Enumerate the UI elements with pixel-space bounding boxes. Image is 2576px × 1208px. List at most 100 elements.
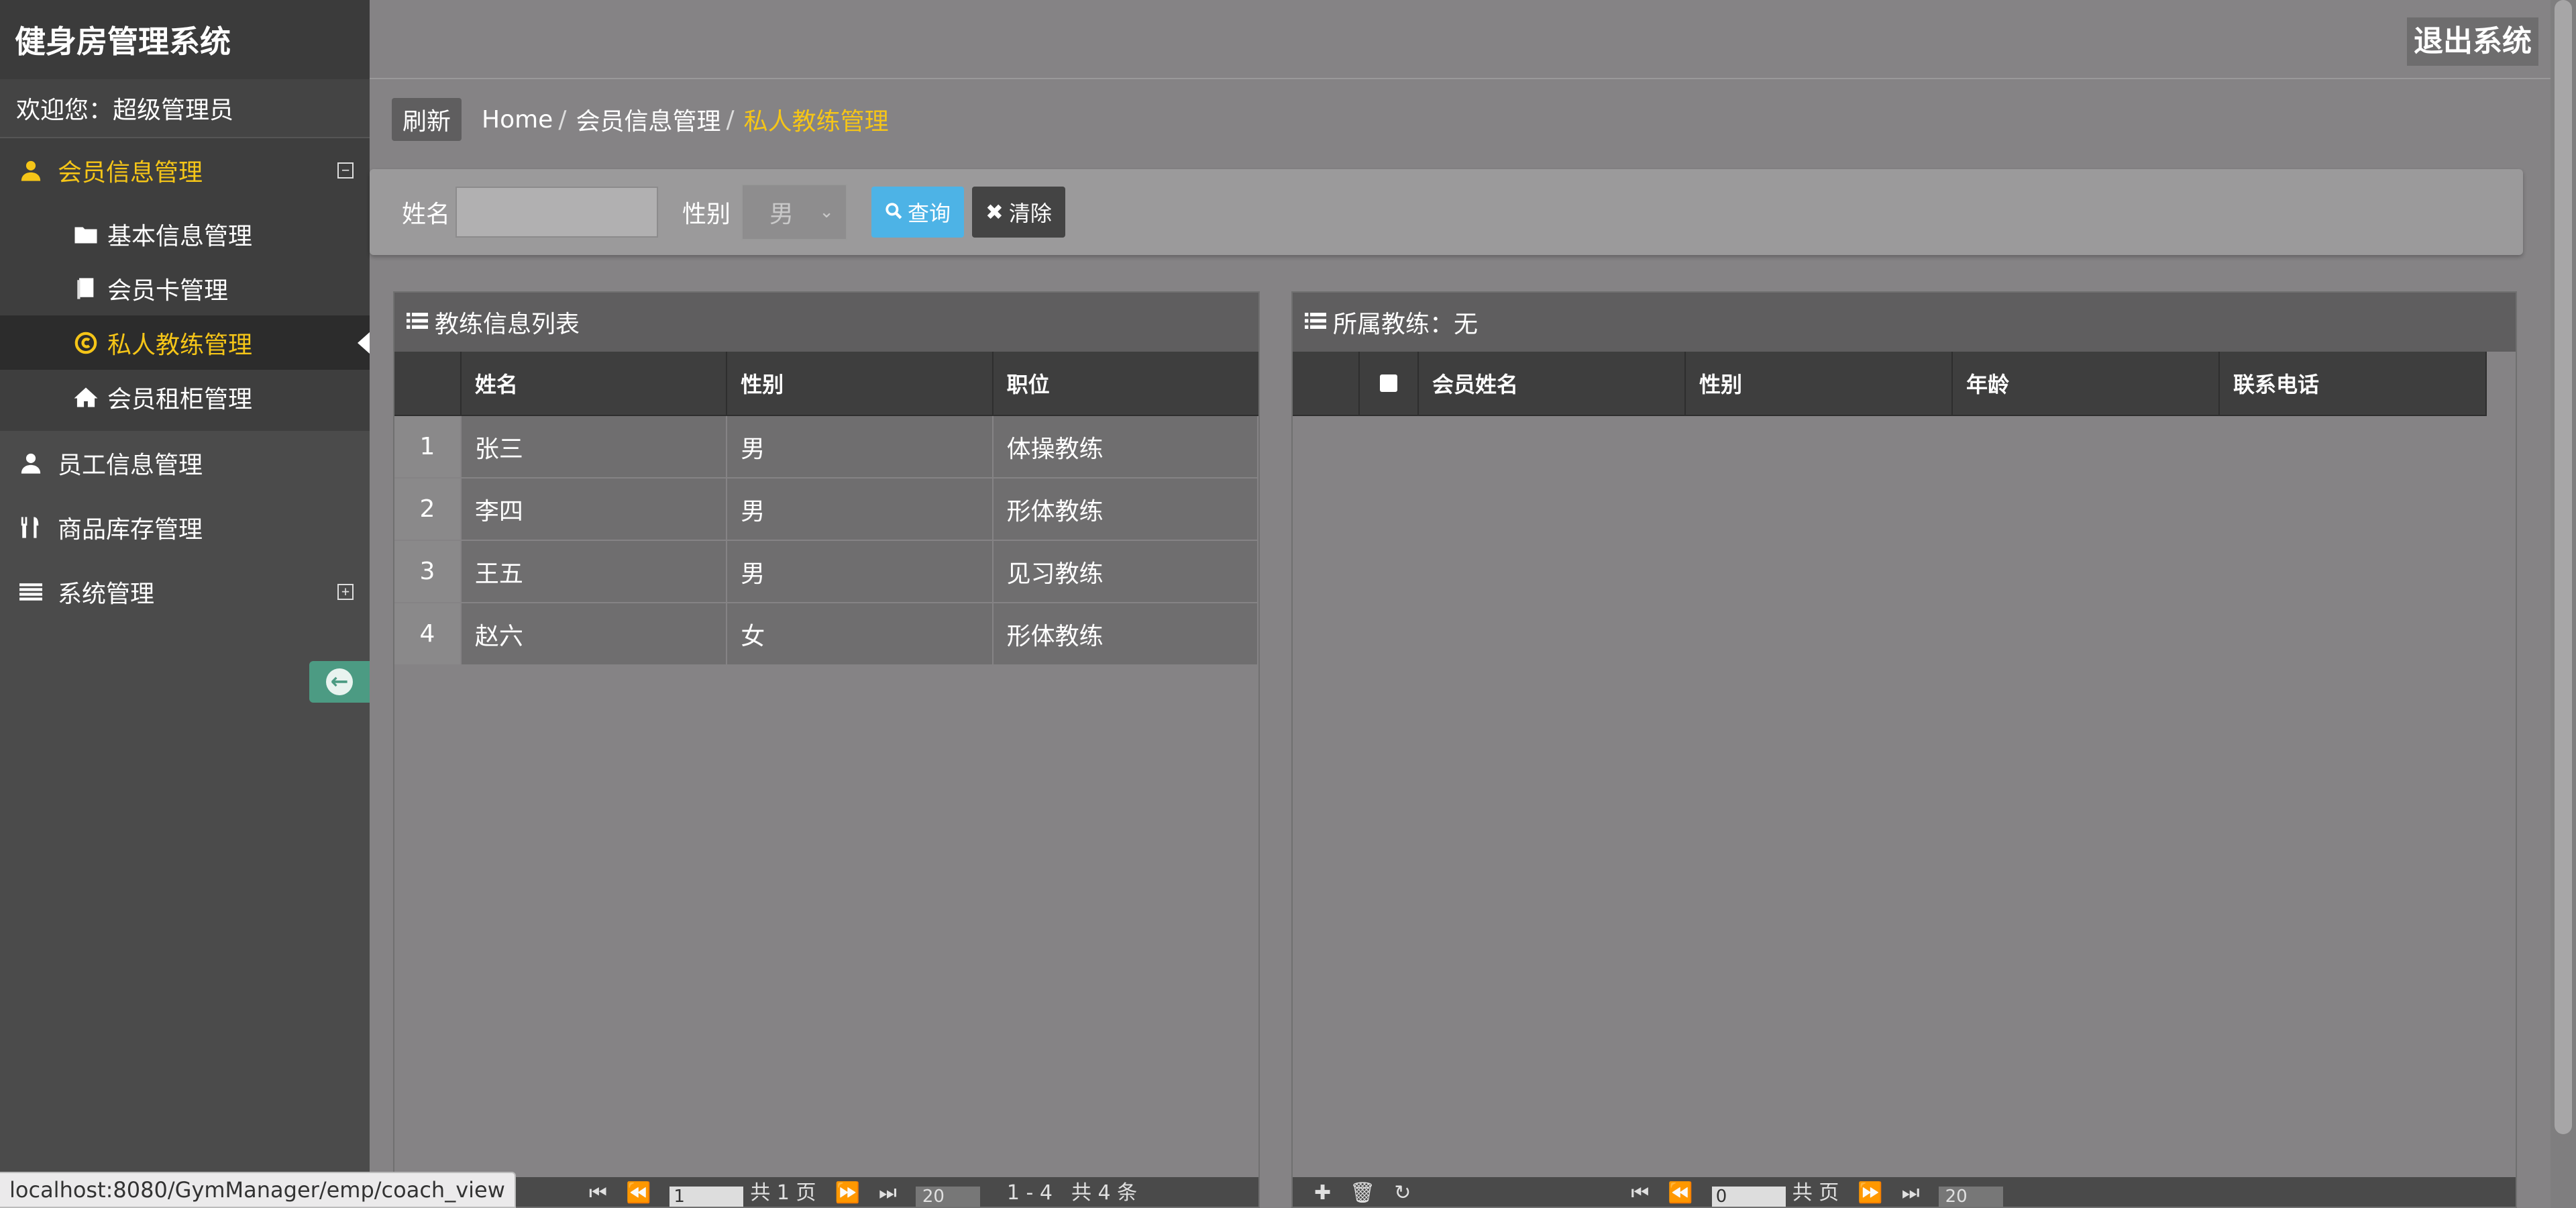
row-number-header	[394, 352, 462, 415]
member-panel-title: 所属教练：无	[1333, 311, 1479, 338]
total-pages-text: 共 1 页	[750, 1181, 816, 1205]
cell-gender: 男	[727, 479, 994, 540]
delete-icon[interactable]: 🗑	[1350, 1180, 1375, 1207]
sidebar-group-label: 员工信息管理	[58, 452, 203, 479]
query-button-label: 查询	[908, 201, 951, 226]
sidebar-group-inventory[interactable]: 商品库存管理	[0, 495, 370, 560]
coach-table-header: 姓名 性别 职位	[394, 352, 1258, 416]
list-icon	[407, 309, 428, 336]
checkbox-box[interactable]	[1380, 374, 1397, 392]
coach-panel-header: 教练信息列表	[394, 293, 1258, 352]
book-icon	[72, 277, 99, 300]
reload-icon[interactable]: ↻	[1394, 1180, 1411, 1207]
row-number: 2	[394, 479, 462, 540]
user-icon	[17, 452, 44, 474]
record-range-text: 1 - 4	[1006, 1181, 1053, 1205]
column-header-phone[interactable]: 联系电话	[2220, 352, 2487, 415]
clear-button[interactable]: ✖ 清除	[972, 187, 1065, 238]
copyright-icon	[72, 332, 99, 354]
gender-select-value: 男	[769, 201, 794, 228]
sidebar-item-basic-info[interactable]: 基本信息管理	[0, 207, 370, 261]
column-header-position[interactable]: 职位	[994, 352, 1258, 415]
name-input[interactable]	[455, 187, 659, 238]
row-number: 3	[394, 541, 462, 602]
gender-select[interactable]: 男 ⌄	[741, 184, 848, 240]
total-pages-text: 共 页	[1792, 1181, 1839, 1205]
coach-panel-title: 教练信息列表	[435, 311, 580, 338]
member-list-panel: 所属教练：无 会员姓名 性别 年龄 联系电话 ✚ 🗑 ↻ ⏮ ⏪ 0 共 页 ⏩…	[1291, 291, 2517, 1208]
sidebar-group-system[interactable]: 系统管理 +	[0, 560, 370, 624]
gender-label: 性别	[682, 201, 731, 228]
breadcrumb-separator: /	[558, 105, 567, 134]
home-icon	[72, 387, 99, 408]
member-panel-header: 所属教练：无	[1293, 293, 2516, 352]
page-size-select[interactable]: 20	[915, 1187, 980, 1207]
search-panel: 姓名 性别 男 ⌄ 查询 ✖ 清除	[370, 169, 2523, 255]
select-all-checkbox[interactable]	[1360, 352, 1419, 415]
cell-name: 张三	[462, 416, 728, 477]
sidebar: 健身房管理系统 欢迎您：超级管理员 会员信息管理 − 基本信息管理 会员卡管理 …	[0, 0, 370, 1208]
column-header-gender[interactable]: 性别	[727, 352, 994, 415]
column-header-member-name[interactable]: 会员姓名	[1419, 352, 1686, 415]
breadcrumb-separator: /	[726, 105, 735, 134]
sidebar-group-label: 会员信息管理	[58, 159, 203, 187]
prev-page-icon[interactable]: ⏪	[1668, 1180, 1693, 1207]
last-page-icon[interactable]: ⏭	[1902, 1180, 1920, 1207]
sidebar-group-label: 系统管理	[58, 581, 155, 608]
utensils-icon	[17, 516, 44, 539]
column-header-gender[interactable]: 性别	[1686, 352, 1953, 415]
breadcrumb-current: 私人教练管理	[743, 108, 889, 136]
scrollbar-thumb[interactable]	[2555, 0, 2572, 1134]
cell-position: 体操教练	[994, 416, 1259, 477]
member-table-header: 会员姓名 性别 年龄 联系电话	[1293, 352, 2487, 416]
cell-name: 王五	[462, 541, 728, 602]
page-size-select[interactable]: 20	[1938, 1187, 2003, 1207]
next-page-icon[interactable]: ⏩	[1858, 1180, 1882, 1207]
chevron-down-icon: ⌄	[819, 202, 835, 222]
sidebar-group-employee[interactable]: 员工信息管理	[0, 431, 370, 495]
table-row[interactable]: 2 李四 男 形体教练	[394, 479, 1259, 541]
cell-position: 形体教练	[994, 479, 1259, 540]
first-page-icon[interactable]: ⏮	[1631, 1180, 1649, 1207]
close-icon: ✖	[985, 199, 1004, 225]
breadcrumb-member-info[interactable]: 会员信息管理	[576, 102, 720, 137]
prev-page-icon[interactable]: ⏪	[626, 1180, 651, 1207]
last-page-icon[interactable]: ⏭	[879, 1180, 897, 1207]
cell-name: 赵六	[462, 603, 728, 664]
coach-list-panel: 教练信息列表 姓名 性别 职位 1 张三 男 体操教练 2 李四 男 形体教练 …	[393, 291, 1260, 1208]
sidebar-group-member-info[interactable]: 会员信息管理 −	[0, 138, 370, 203]
expand-toggle-icon[interactable]: +	[337, 584, 354, 600]
sidebar-item-locker[interactable]: 会员租柜管理	[0, 370, 370, 424]
name-label: 姓名	[402, 201, 451, 228]
sidebar-item-private-coach[interactable]: 私人教练管理	[0, 315, 370, 370]
collapse-sidebar-button[interactable]: ←	[309, 661, 370, 703]
page-scrollbar[interactable]	[2551, 0, 2576, 1208]
logout-button[interactable]: 退出系统	[2407, 17, 2538, 66]
refresh-button[interactable]: 刷新	[392, 98, 462, 141]
column-header-name[interactable]: 姓名	[462, 352, 728, 415]
folder-icon	[72, 224, 99, 244]
column-header-age[interactable]: 年龄	[1953, 352, 2220, 415]
sidebar-group-label: 商品库存管理	[58, 516, 203, 544]
collapse-toggle-icon[interactable]: −	[337, 162, 354, 179]
cell-gender: 女	[727, 603, 994, 664]
first-page-icon[interactable]: ⏮	[589, 1180, 607, 1207]
sidebar-item-member-card[interactable]: 会员卡管理	[0, 261, 370, 315]
sidebar-item-label: 会员卡管理	[107, 276, 229, 305]
search-icon	[885, 199, 902, 225]
table-row[interactable]: 1 张三 男 体操教练	[394, 416, 1259, 479]
next-page-icon[interactable]: ⏩	[835, 1180, 860, 1207]
row-number: 4	[394, 603, 462, 664]
list-icon	[17, 582, 44, 602]
cell-gender: 男	[727, 541, 994, 602]
add-icon[interactable]: ✚	[1314, 1180, 1331, 1207]
clear-button-label: 清除	[1008, 201, 1052, 226]
sidebar-item-label: 会员租柜管理	[107, 385, 253, 413]
record-total-text: 共 4 条	[1071, 1181, 1138, 1205]
table-row[interactable]: 3 王五 男 见习教练	[394, 541, 1259, 603]
breadcrumb-home[interactable]: Home	[482, 106, 553, 134]
page-number-input[interactable]: 0	[1711, 1187, 1786, 1207]
table-row[interactable]: 4 赵六 女 形体教练	[394, 603, 1259, 666]
query-button[interactable]: 查询	[871, 187, 965, 238]
page-number-input[interactable]: 1	[669, 1187, 744, 1207]
